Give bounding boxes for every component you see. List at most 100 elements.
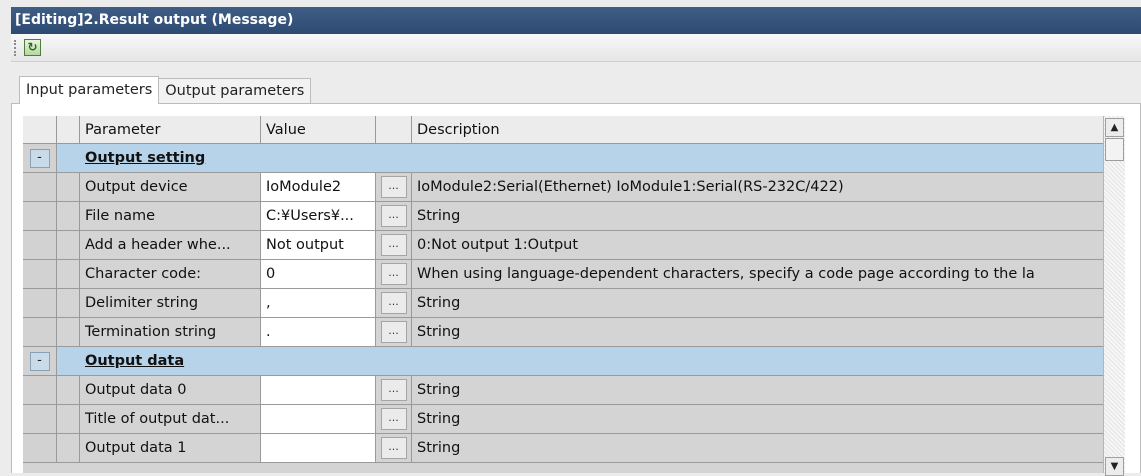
scroll-up-icon[interactable]: ▲ bbox=[1105, 118, 1124, 137]
row-gutter bbox=[23, 318, 57, 346]
header-blank bbox=[57, 116, 80, 143]
parameter-value[interactable] bbox=[261, 434, 376, 462]
row-indent bbox=[57, 260, 80, 288]
table-row: Add a header whe... Not output ... 0:Not… bbox=[23, 231, 1103, 260]
toolbar-grip-icon[interactable] bbox=[14, 40, 18, 56]
table-row: Output data 0 ... String bbox=[23, 376, 1103, 405]
row-indent bbox=[57, 318, 80, 346]
browse-button[interactable]: ... bbox=[380, 176, 407, 198]
browse-button[interactable]: ... bbox=[380, 408, 407, 430]
grid-header: Parameter Value Description bbox=[23, 116, 1103, 144]
row-indent bbox=[57, 405, 80, 433]
row-indent bbox=[57, 173, 80, 201]
row-indent bbox=[57, 376, 80, 404]
group-title: Output setting bbox=[85, 150, 206, 166]
browse-cell: ... bbox=[376, 405, 412, 433]
group-indent bbox=[57, 347, 80, 375]
collapse-icon[interactable]: - bbox=[29, 351, 50, 371]
row-indent bbox=[57, 231, 80, 259]
parameter-name: Output data 1 bbox=[80, 434, 261, 462]
table-row: Output device IoModule2 ... IoModule2:Se… bbox=[23, 173, 1103, 202]
parameter-name: Output device bbox=[80, 173, 261, 201]
browse-cell: ... bbox=[376, 202, 412, 230]
table-row: Character code: 0 ... When using languag… bbox=[23, 260, 1103, 289]
parameter-description: IoModule2:Serial(Ethernet) IoModule1:Ser… bbox=[412, 173, 1103, 201]
table-row: Output data 1 ... String bbox=[23, 434, 1103, 463]
group-toggle-cell: - bbox=[23, 144, 57, 172]
table-row: Delimiter string , ... String bbox=[23, 289, 1103, 318]
parameter-value[interactable]: . bbox=[261, 318, 376, 346]
tab-output-parameters[interactable]: Output parameters bbox=[158, 78, 312, 103]
browse-button[interactable]: ... bbox=[380, 263, 407, 285]
parameter-description: 0:Not output 1:Output bbox=[412, 231, 1103, 259]
browse-button[interactable]: ... bbox=[380, 379, 407, 401]
row-gutter bbox=[23, 434, 57, 462]
row-gutter bbox=[23, 173, 57, 201]
browse-cell: ... bbox=[376, 376, 412, 404]
scrollbar-thumb[interactable] bbox=[1105, 138, 1124, 161]
parameter-name: Character code: bbox=[80, 260, 261, 288]
parameter-name: Delimiter string bbox=[80, 289, 261, 317]
parameter-value[interactable]: IoModule2 bbox=[261, 173, 376, 201]
row-gutter bbox=[23, 289, 57, 317]
parameter-value[interactable] bbox=[261, 405, 376, 433]
scroll-down-icon[interactable]: ▼ bbox=[1105, 457, 1124, 476]
browse-button[interactable]: ... bbox=[380, 234, 407, 256]
table-row: Termination string . ... String bbox=[23, 318, 1103, 347]
parameter-value[interactable]: Not output bbox=[261, 231, 376, 259]
parameter-value[interactable]: C:¥Users¥... bbox=[261, 202, 376, 230]
group-row-output-data: - Output data bbox=[23, 347, 1103, 376]
parameter-description: String bbox=[412, 202, 1103, 230]
row-indent bbox=[57, 434, 80, 462]
parameter-name: Output data 0 bbox=[80, 376, 261, 404]
browse-cell: ... bbox=[376, 318, 412, 346]
parameter-grid: Parameter Value Description - Output set… bbox=[23, 116, 1103, 473]
parameter-name: Termination string bbox=[80, 318, 261, 346]
parameter-name: Title of output dat... bbox=[80, 405, 261, 433]
browse-button[interactable]: ... bbox=[380, 205, 407, 227]
row-gutter bbox=[23, 260, 57, 288]
parameter-description: String bbox=[412, 376, 1103, 404]
collapse-icon[interactable]: - bbox=[29, 148, 50, 168]
group-indent bbox=[57, 144, 80, 172]
parameter-value[interactable]: 0 bbox=[261, 260, 376, 288]
browse-button[interactable]: ... bbox=[380, 292, 407, 314]
browse-cell: ... bbox=[376, 434, 412, 462]
row-indent bbox=[57, 289, 80, 317]
tab-strip: Input parameters Output parameters bbox=[19, 76, 312, 104]
row-gutter bbox=[23, 202, 57, 230]
toolbar: ↻ bbox=[11, 34, 1141, 62]
group-title: Output data bbox=[85, 353, 185, 369]
parameter-description: String bbox=[412, 318, 1103, 346]
parameter-name: File name bbox=[80, 202, 261, 230]
column-header-description[interactable]: Description bbox=[412, 116, 1103, 143]
table-row: File name C:¥Users¥... ... String bbox=[23, 202, 1103, 231]
column-header-value[interactable]: Value bbox=[261, 116, 376, 143]
parameter-value[interactable]: , bbox=[261, 289, 376, 317]
browse-button[interactable]: ... bbox=[380, 321, 407, 343]
row-gutter bbox=[23, 405, 57, 433]
parameter-description: String bbox=[412, 434, 1103, 462]
parameter-name: Add a header whe... bbox=[80, 231, 261, 259]
parameter-description: String bbox=[412, 289, 1103, 317]
column-header-browse[interactable] bbox=[376, 116, 412, 143]
vertical-scrollbar[interactable]: ▲ ▼ bbox=[1103, 116, 1125, 476]
row-indent bbox=[57, 202, 80, 230]
parameter-value[interactable] bbox=[261, 376, 376, 404]
browse-cell: ... bbox=[376, 173, 412, 201]
browse-cell: ... bbox=[376, 231, 412, 259]
browse-button[interactable]: ... bbox=[380, 437, 407, 459]
refresh-icon[interactable]: ↻ bbox=[24, 39, 41, 56]
table-row: Title of output dat... ... String bbox=[23, 405, 1103, 434]
parameter-description: When using language-dependent characters… bbox=[412, 260, 1103, 288]
group-toggle-cell: - bbox=[23, 347, 57, 375]
parameter-description: String bbox=[412, 405, 1103, 433]
window-title: [Editing]2.Result output (Message) bbox=[11, 7, 1141, 34]
column-header-parameter[interactable]: Parameter bbox=[80, 116, 261, 143]
row-gutter bbox=[23, 231, 57, 259]
row-gutter bbox=[23, 376, 57, 404]
tab-input-parameters[interactable]: Input parameters bbox=[19, 76, 160, 104]
browse-cell: ... bbox=[376, 260, 412, 288]
group-row-output-setting: - Output setting bbox=[23, 144, 1103, 173]
browse-cell: ... bbox=[376, 289, 412, 317]
